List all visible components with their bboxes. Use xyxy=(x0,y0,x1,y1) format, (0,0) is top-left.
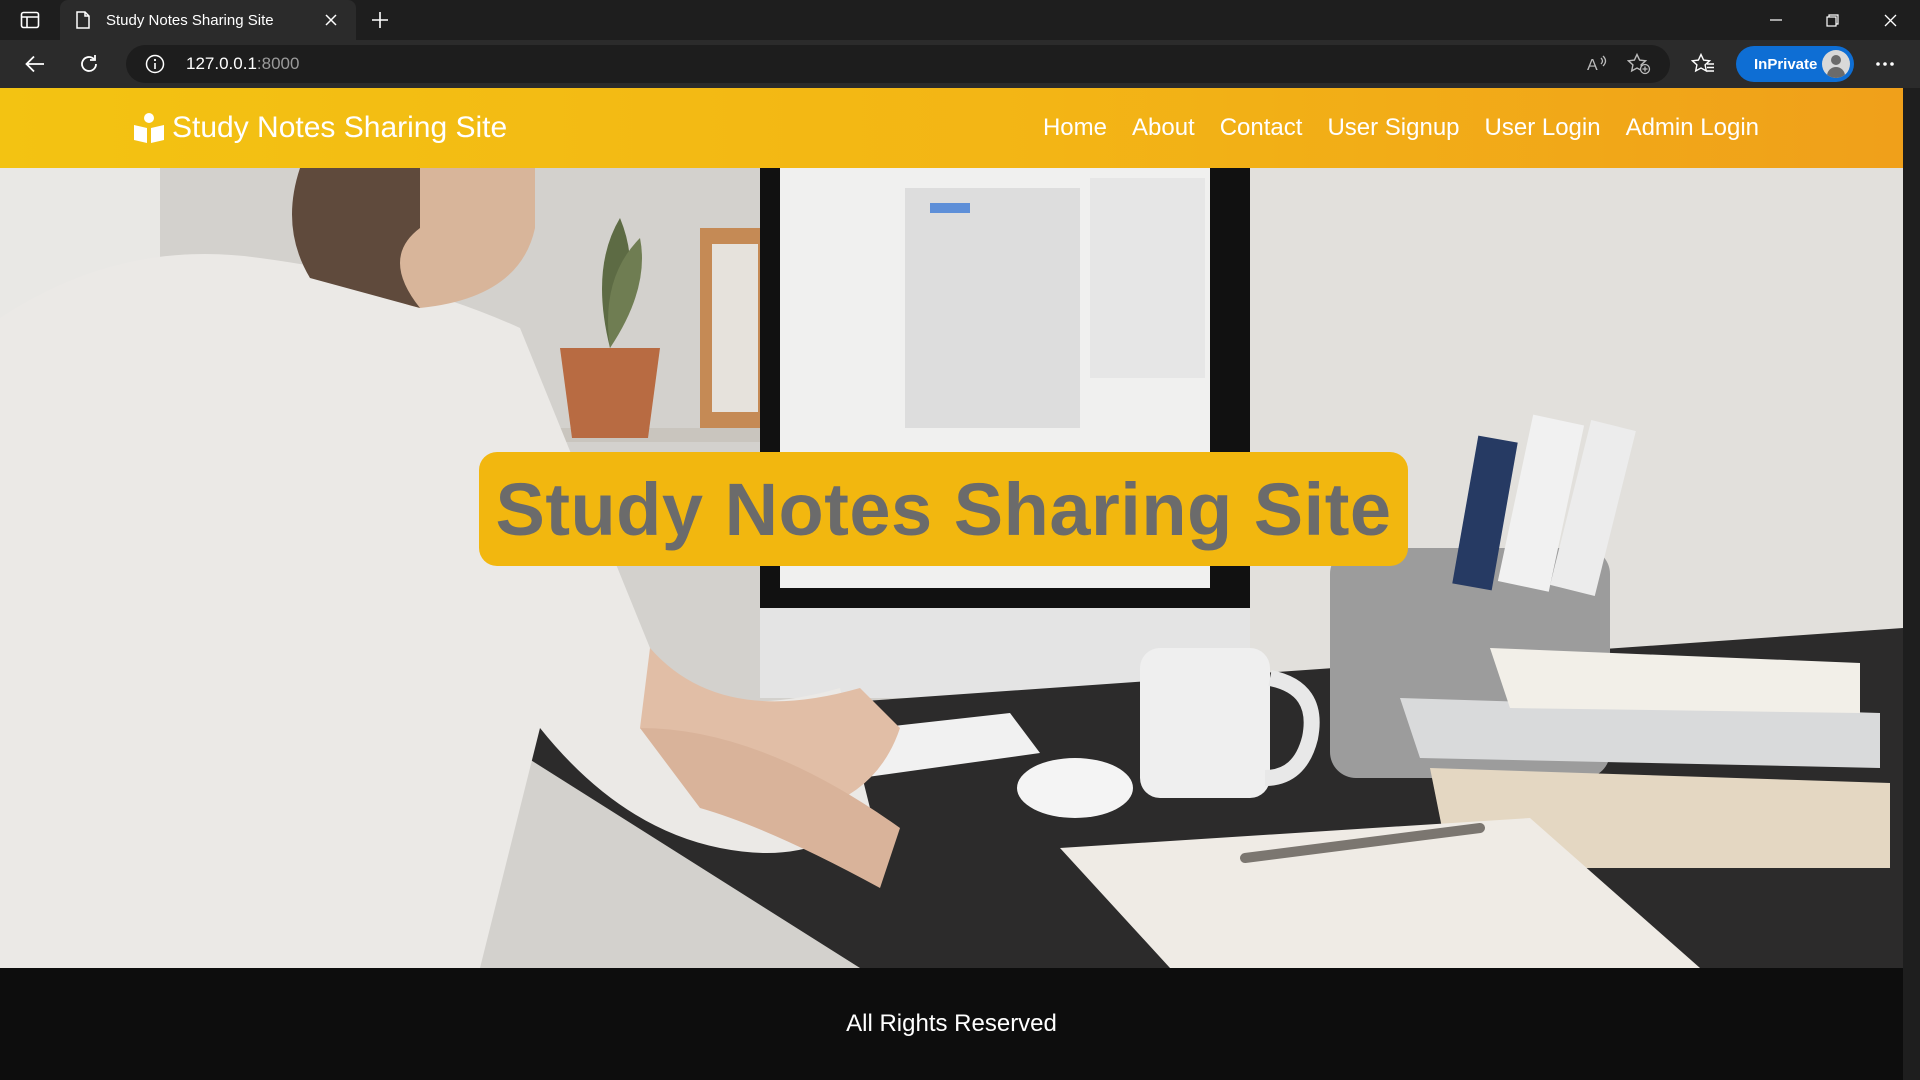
nav-link-home[interactable]: Home xyxy=(1043,114,1107,142)
nav-link-about[interactable]: About xyxy=(1132,114,1195,142)
page-icon xyxy=(74,10,92,30)
window-close-icon[interactable] xyxy=(1862,0,1918,40)
inprivate-label: InPrivate xyxy=(1754,55,1818,73)
inprivate-button[interactable]: InPrivate xyxy=(1736,46,1854,82)
restore-icon[interactable] xyxy=(1804,0,1860,40)
nav-link-user-login[interactable]: User Login xyxy=(1485,114,1601,142)
back-arrow-icon[interactable] xyxy=(18,48,52,80)
hero-background-image xyxy=(0,168,1903,968)
nav-link-user-signup[interactable]: User Signup xyxy=(1327,114,1459,142)
brand-title: Study Notes Sharing Site xyxy=(172,111,508,144)
hero-title: Study Notes Sharing Site xyxy=(495,467,1392,551)
url-host: 127.0.0.1 xyxy=(186,54,257,73)
site-brand[interactable]: Study Notes Sharing Site xyxy=(132,88,507,168)
site-footer: All Rights Reserved xyxy=(0,968,1903,1080)
read-aloud-icon[interactable]: A xyxy=(1582,50,1612,78)
page-scrollbar[interactable] xyxy=(1903,88,1920,1080)
nav-links: Home About Contact User Signup User Logi… xyxy=(1018,88,1759,168)
profile-avatar-icon xyxy=(1822,50,1850,78)
footer-copyright: All Rights Reserved xyxy=(846,1010,1057,1037)
tab-title: Study Notes Sharing Site xyxy=(106,11,274,29)
nav-link-contact[interactable]: Contact xyxy=(1220,114,1303,142)
url-text[interactable]: 127.0.0.1:8000 xyxy=(186,54,299,74)
hero-section: Study Notes Sharing Site xyxy=(0,168,1903,968)
svg-text:A: A xyxy=(1587,57,1598,74)
url-port: :8000 xyxy=(256,54,300,73)
browser-toolbar: 127.0.0.1:8000 A InPrivate xyxy=(0,40,1920,88)
add-favorite-icon[interactable] xyxy=(1624,50,1654,78)
more-options-icon[interactable] xyxy=(1868,48,1902,80)
page-viewport: Study Notes Sharing Site Home About Cont… xyxy=(0,88,1903,1080)
address-bar[interactable]: 127.0.0.1:8000 A xyxy=(126,45,1670,83)
nav-link-admin-login[interactable]: Admin Login xyxy=(1626,114,1759,142)
book-reader-icon xyxy=(134,113,164,143)
browser-titlebar: Study Notes Sharing Site xyxy=(0,0,1920,40)
site-navbar: Study Notes Sharing Site Home About Cont… xyxy=(0,88,1903,168)
tab-actions-icon[interactable] xyxy=(16,8,44,32)
hero-title-box: Study Notes Sharing Site xyxy=(479,452,1408,566)
site-info-icon[interactable] xyxy=(144,53,166,75)
refresh-icon[interactable] xyxy=(72,48,106,80)
close-icon[interactable] xyxy=(320,9,342,31)
minimize-icon[interactable] xyxy=(1748,0,1804,40)
favorites-icon[interactable] xyxy=(1686,48,1720,80)
browser-tab-active[interactable]: Study Notes Sharing Site xyxy=(60,0,356,40)
new-tab-icon[interactable] xyxy=(366,6,394,34)
